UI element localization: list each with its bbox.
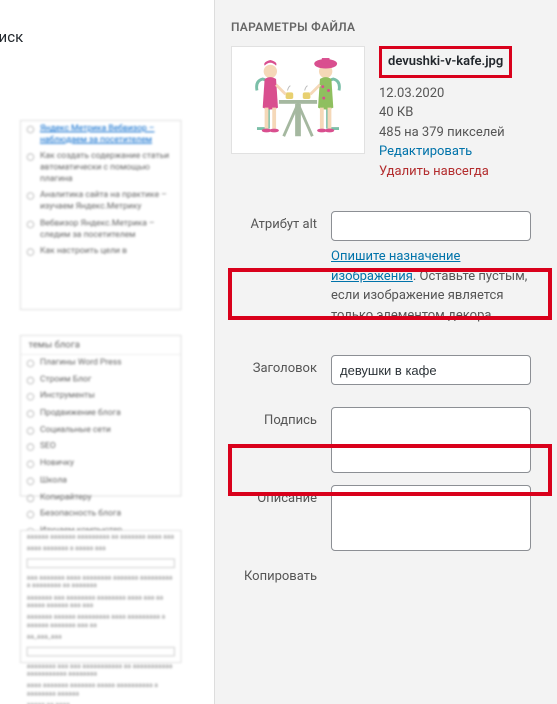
left-preview-panel: оиск Яндекс Метрика Вебвизор – наблюдаем… — [0, 0, 210, 704]
title-label: Заголовок — [231, 355, 331, 376]
search-label: оиск — [0, 28, 23, 46]
delete-permanently-link[interactable]: Удалить навсегда — [379, 162, 512, 182]
file-dimensions: 485 на 379 пикселей — [379, 123, 512, 143]
description-row: Описание — [231, 485, 543, 555]
alt-row: Атрибут alt Опишите назначение изображен… — [231, 211, 543, 325]
caption-row: Подпись — [231, 407, 543, 477]
alt-help-text: Опишите назначение изображения. Оставьте… — [331, 247, 531, 325]
preview-block-2: темы блога Плагины Word Press Строим Бло… — [20, 335, 182, 497]
preview-block-3: аааааа ааааааа ааааааааа аа ааааааа аааа… — [20, 530, 182, 663]
file-info-row: devushki-v-kafe.jpg 12.03.2020 40 КВ 485… — [231, 46, 543, 181]
copy-label: Копировать — [231, 563, 331, 584]
file-date: 12.03.2020 — [379, 84, 512, 104]
thumbnail-image-icon — [236, 51, 360, 149]
section-title: ПАРАМЕТРЫ ФАЙЛА — [231, 20, 543, 34]
edit-image-link[interactable]: Редактировать — [379, 142, 512, 162]
attachment-thumbnail[interactable] — [231, 46, 365, 154]
copy-row: Копировать — [231, 563, 543, 584]
filename: devushki-v-kafe.jpg — [379, 46, 512, 78]
file-size: 40 КВ — [379, 103, 512, 123]
caption-label: Подпись — [231, 407, 331, 428]
caption-input[interactable] — [331, 407, 531, 473]
file-meta: devushki-v-kafe.jpg 12.03.2020 40 КВ 485… — [379, 46, 512, 181]
alt-input[interactable] — [331, 211, 531, 241]
attachment-details-panel: ПАРАМЕТРЫ ФАЙЛА — [215, 0, 557, 704]
description-label: Описание — [231, 485, 331, 506]
description-input[interactable] — [331, 485, 531, 551]
title-input[interactable] — [331, 355, 531, 385]
alt-label: Атрибут alt — [231, 211, 331, 232]
preview-block-1: Яндекс Метрика Вебвизор – наблюдаем за п… — [20, 120, 182, 310]
title-row: Заголовок — [231, 355, 543, 385]
